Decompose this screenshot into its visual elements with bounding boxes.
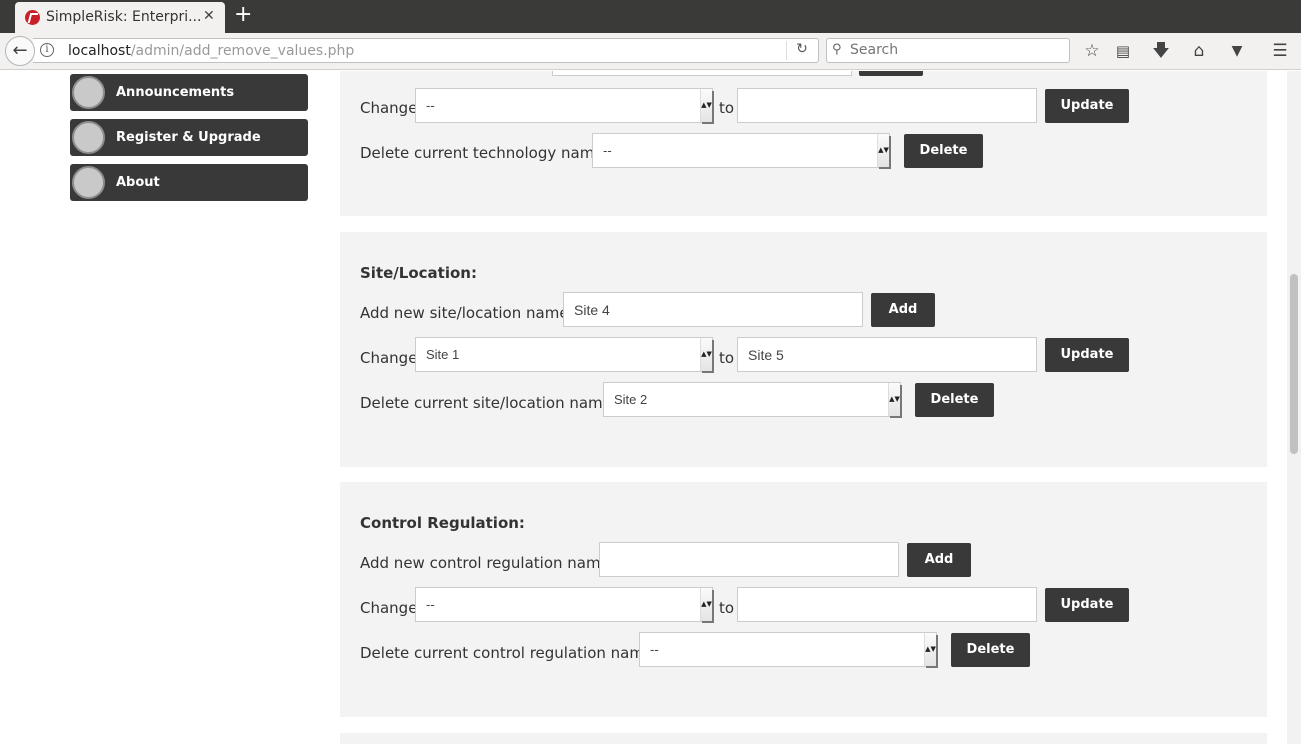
reading-list-icon[interactable]: ▤ bbox=[1113, 41, 1133, 61]
control-regulation-delete-select[interactable]: -- ▲▼ bbox=[639, 632, 937, 667]
control-regulation-update-button[interactable]: Update bbox=[1045, 588, 1129, 622]
select-value: Site 2 bbox=[614, 392, 648, 407]
vertical-scrollbar[interactable] bbox=[1287, 71, 1301, 744]
simplerisk-favicon-icon bbox=[25, 10, 40, 25]
control-regulation-delete-label: Delete current control regulation named bbox=[360, 644, 663, 662]
control-regulation-panel: Control Regulation: Add new control regu… bbox=[340, 482, 1267, 717]
control-regulation-add-input[interactable] bbox=[599, 542, 899, 577]
navigation-toolbar: i localhost/admin/add_remove_values.php … bbox=[0, 33, 1301, 70]
technology-change-label: Change bbox=[360, 99, 418, 117]
site-location-add-button[interactable]: Add bbox=[871, 293, 935, 327]
sidebar-item-about[interactable]: About bbox=[70, 164, 308, 201]
sidebar-item-label: Announcements bbox=[116, 85, 235, 100]
download-icon[interactable]: 🡇 bbox=[1151, 41, 1171, 61]
site-info-icon[interactable]: i bbox=[40, 43, 54, 57]
control-regulation-to-label: to bbox=[719, 599, 735, 617]
page-viewport: Announcements Register & Upgrade About C… bbox=[0, 71, 1301, 744]
technology-change-select[interactable]: -- ▲▼ bbox=[415, 88, 713, 123]
select-value: -- bbox=[650, 642, 659, 657]
site-location-panel: Site/Location: Add new site/location nam… bbox=[340, 232, 1267, 467]
site-location-change-select[interactable]: Site 1 ▲▼ bbox=[415, 337, 713, 372]
control-regulation-change-to-input[interactable] bbox=[737, 587, 1037, 622]
technology-change-to-input[interactable] bbox=[737, 88, 1037, 123]
search-input[interactable] bbox=[850, 42, 1060, 58]
next-panel bbox=[340, 733, 1267, 744]
url-host: localhost bbox=[68, 43, 131, 59]
menu-icon[interactable]: ☰ bbox=[1270, 41, 1290, 61]
select-value: -- bbox=[426, 597, 435, 612]
control-regulation-change-label: Change bbox=[360, 599, 418, 617]
technology-delete-button[interactable]: Delete bbox=[904, 134, 983, 168]
url-text: localhost/admin/add_remove_values.php bbox=[68, 43, 354, 59]
select-value: -- bbox=[426, 98, 435, 113]
tab-title: SimpleRisk: Enterpri... bbox=[46, 9, 202, 25]
technology-delete-label: Delete current technology named bbox=[360, 144, 614, 162]
tab-strip: SimpleRisk: Enterpri... ✕ + bbox=[0, 0, 1301, 33]
site-location-change-to-input[interactable] bbox=[737, 337, 1037, 372]
url-bar[interactable]: i localhost/admin/add_remove_values.php … bbox=[33, 38, 819, 63]
star-icon[interactable]: ☆ bbox=[1082, 41, 1102, 61]
site-location-delete-select[interactable]: Site 2 ▲▼ bbox=[603, 382, 901, 417]
control-regulation-delete-button[interactable]: Delete bbox=[951, 633, 1030, 667]
select-value: Site 1 bbox=[426, 347, 460, 362]
technology-update-button[interactable]: Update bbox=[1045, 89, 1129, 123]
search-icon: ⚲ bbox=[832, 42, 842, 57]
sidebar-item-register-upgrade[interactable]: Register & Upgrade bbox=[70, 119, 308, 156]
new-tab-button[interactable]: + bbox=[234, 3, 252, 27]
site-location-add-input[interactable] bbox=[563, 292, 863, 327]
back-button[interactable]: ← bbox=[5, 36, 35, 66]
url-path: /admin/add_remove_values.php bbox=[130, 43, 355, 59]
sidebar-item-label: About bbox=[116, 175, 160, 190]
dropdown-arrow-icon: ▲▼ bbox=[700, 89, 712, 122]
control-regulation-title: Control Regulation: bbox=[360, 514, 525, 532]
home-icon[interactable]: ⌂ bbox=[1189, 41, 1209, 61]
control-regulation-change-select[interactable]: -- ▲▼ bbox=[415, 587, 713, 622]
tab-close-icon[interactable]: ✕ bbox=[203, 8, 215, 24]
reload-icon[interactable]: ↻ bbox=[786, 41, 817, 60]
technology-panel: Change -- ▲▼ to Update Delete current te… bbox=[340, 71, 1267, 216]
search-bar[interactable]: ⚲ bbox=[826, 38, 1070, 63]
technology-to-label: to bbox=[719, 99, 735, 117]
site-location-change-label: Change bbox=[360, 349, 418, 367]
dropdown-arrow-icon: ▲▼ bbox=[877, 134, 889, 167]
control-regulation-add-label: Add new control regulation named bbox=[360, 554, 620, 572]
site-location-to-label: to bbox=[719, 349, 735, 367]
pocket-icon[interactable]: ▼ bbox=[1227, 41, 1247, 61]
site-location-update-button[interactable]: Update bbox=[1045, 338, 1129, 372]
browser-tab[interactable]: SimpleRisk: Enterpri... ✕ bbox=[15, 2, 225, 33]
site-location-add-label: Add new site/location named bbox=[360, 304, 579, 322]
dropdown-arrow-icon: ▲▼ bbox=[888, 383, 900, 416]
sidebar-item-label: Register & Upgrade bbox=[116, 130, 261, 145]
technology-add-button-partial[interactable] bbox=[859, 71, 923, 76]
site-location-title: Site/Location: bbox=[360, 264, 477, 282]
select-value: -- bbox=[603, 143, 612, 158]
control-regulation-add-button[interactable]: Add bbox=[907, 543, 971, 577]
dropdown-arrow-icon: ▲▼ bbox=[700, 588, 712, 621]
site-location-delete-button[interactable]: Delete bbox=[915, 383, 994, 417]
dropdown-arrow-icon: ▲▼ bbox=[924, 633, 936, 666]
technology-add-input-partial[interactable] bbox=[552, 71, 852, 76]
sidebar-item-announcements[interactable]: Announcements bbox=[70, 74, 308, 111]
dropdown-arrow-icon: ▲▼ bbox=[700, 338, 712, 371]
nav-circle-icon bbox=[72, 121, 105, 154]
site-location-delete-label: Delete current site/location named bbox=[360, 394, 622, 412]
nav-circle-icon bbox=[72, 76, 105, 109]
nav-circle-icon bbox=[72, 166, 105, 199]
scrollbar-thumb[interactable] bbox=[1290, 274, 1298, 454]
technology-delete-select[interactable]: -- ▲▼ bbox=[592, 133, 890, 168]
